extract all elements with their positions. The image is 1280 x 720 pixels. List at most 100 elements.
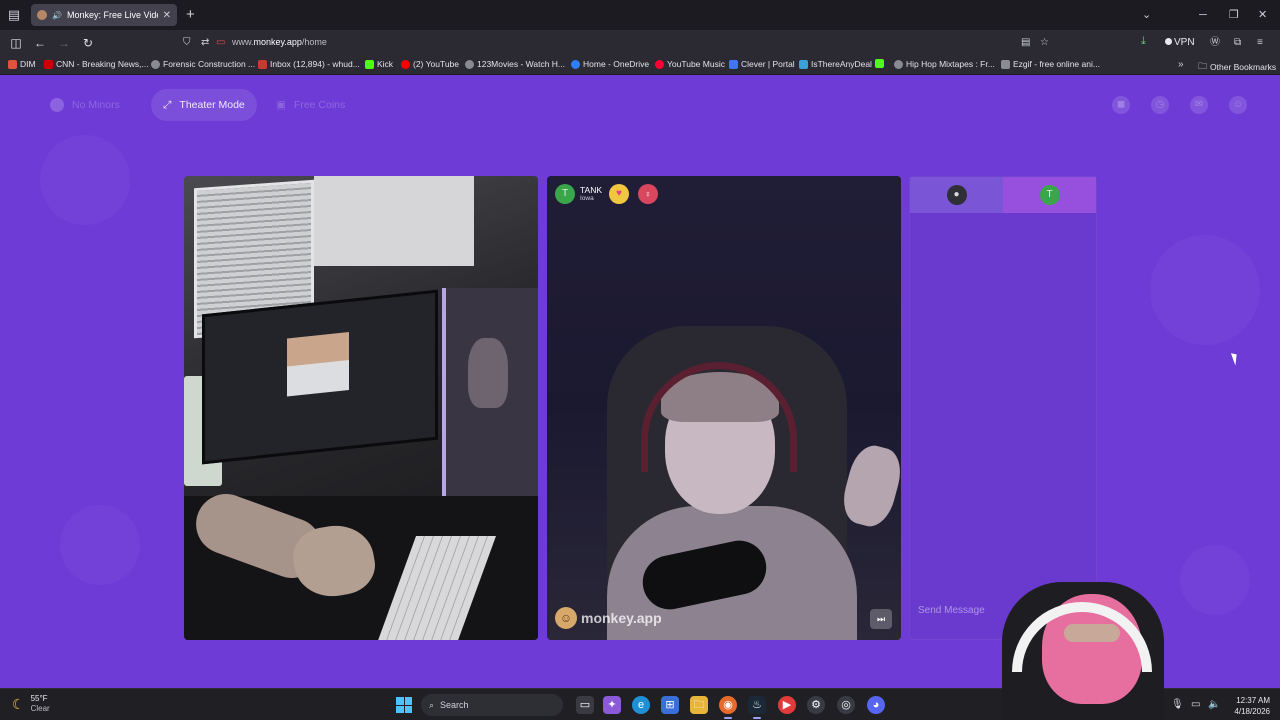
list-all-tabs-icon[interactable]: ⌄ [1142,7,1151,23]
chat-partner-tab[interactable]: T [1003,177,1096,213]
watermark-text: monkey.app [581,610,662,626]
reader-view-icon[interactable]: ▤ [1021,36,1030,50]
extensions-icon[interactable]: ⧉ [1234,36,1241,50]
store-app-icon[interactable]: ⊞ [661,696,679,714]
profile-icon[interactable]: ☺ [1229,96,1247,114]
firefox-icon[interactable]: ◉ [719,696,737,719]
skip-next-icon[interactable]: ⏭ [870,609,892,629]
bookmark-item[interactable]: YouTube Music [655,59,725,69]
task-view-icon[interactable]: ▭ [576,696,594,714]
bookmark-item[interactable]: Inbox (12,894) - whud... [258,59,360,69]
taskbar-search[interactable]: ⌕ Search [421,694,563,716]
account-icon[interactable]: Ⓦ [1210,36,1220,50]
media-player-icon[interactable]: ▶ [778,696,796,714]
maximize-button[interactable]: ❐ [1229,7,1239,23]
tab-list-icon[interactable]: ▤ [5,6,23,24]
discord-icon[interactable]: ◕ [867,696,885,714]
windows-start-icon[interactable] [396,697,412,713]
partner-avatar: T [1039,185,1060,205]
forward-button[interactable]: → [55,34,73,52]
back-button[interactable]: ← [31,34,49,52]
free-coins-button[interactable]: ▣ Free Coins [264,89,357,121]
microphone-tray-icon[interactable]: 🎙 [1171,699,1184,710]
network-tray-icon[interactable]: ▭ [1191,699,1200,710]
copilot-icon[interactable]: ✦ [603,696,621,714]
monkey-logo-icon: ☺ [555,607,577,629]
steam-icon[interactable]: ♨ [748,696,766,719]
search-label: Search [440,700,469,710]
new-tab-button[interactable]: + [186,6,195,24]
reload-button[interactable]: ↻ [79,34,97,52]
permissions-icon[interactable]: ⇄ [201,36,209,50]
tab-title: Monkey: Free Live Video Ch [66,10,158,20]
bookmark-item[interactable]: Kick [365,59,393,69]
other-bookmarks-folder[interactable]: 🗀 Other Bookmarks [1198,59,1276,75]
more-bookmarks-chevron-icon[interactable]: » [1178,59,1184,70]
history-icon[interactable]: ◷ [1151,96,1169,114]
streamer-webcam-overlay [1002,582,1164,720]
self-avatar-icon: ● [946,185,967,205]
clock-date: 4/18/2026 [1234,707,1270,716]
bookmark-favicon-icon [8,59,17,69]
bookmark-item[interactable]: (2) YouTube [401,59,459,69]
settings-gear-icon[interactable]: ⚙ [807,696,825,714]
background-decoration [40,135,130,225]
vpn-button[interactable]: VPN [1165,37,1195,48]
bookmark-item[interactable] [875,59,887,68]
gmail-icon [258,59,267,69]
browser-tab-active[interactable]: 🔊 Monkey: Free Live Video Ch ✕ [31,4,177,26]
coins-icon: ▣ [276,99,286,111]
bookmark-item[interactable]: CNN - Breaking News,... [44,59,149,69]
menu-icon[interactable]: ≡ [1257,36,1263,50]
bookmarks-toolbar: DIM CNN - Breaking News,... Forensic Con… [0,56,1280,75]
isthereanydeal-icon [799,59,808,69]
weather-widget[interactable]: ☾ 55°F Clear [12,694,50,714]
heart-icon[interactable]: ♥ [609,184,629,204]
mouse-cursor-icon [1230,351,1241,366]
no-minors-toggle[interactable]: No Minors [38,89,132,121]
tab-close-icon[interactable]: ✕ [163,10,171,21]
minimize-button[interactable]: ─ [1199,7,1207,23]
clock-time: 12:37 AM [1236,696,1270,705]
taskbar-clock[interactable]: 12:37 AM 4/18/2026 [1226,695,1270,717]
remote-user-location: Iowa [580,194,594,202]
globe-icon [894,59,903,69]
bookmark-item[interactable]: Clever | Portal [729,59,795,69]
monkey-favicon-icon [37,10,47,20]
bookmark-item[interactable]: Hip Hop Mixtapes : Fr... [894,59,995,69]
obs-icon[interactable]: ◎ [837,696,855,714]
messages-icon[interactable]: ✉ [1190,96,1208,114]
chat-self-tab[interactable]: ● [910,177,1003,213]
clever-icon [729,59,738,69]
bookmark-item[interactable]: Home - OneDrive [571,59,649,69]
bookmark-star-icon[interactable]: ☆ [1040,36,1049,50]
url-bar[interactable]: www.monkey.app/home [232,37,327,47]
chat-panel: ● T Send Message [909,176,1097,640]
send-message-input[interactable]: Send Message [918,605,985,616]
audio-playing-icon[interactable]: 🔊 [52,11,62,20]
bookmark-favicon-icon [44,59,53,69]
globe-icon [465,59,474,69]
bookmark-item[interactable]: 123Movies - Watch H... [465,59,565,69]
theater-mode-button[interactable]: ⤢ Theater Mode [151,89,257,121]
video-scene-monitor-side [442,288,538,528]
volume-tray-icon[interactable]: 🔈 [1208,699,1220,710]
store-icon[interactable]: ◼ [1112,96,1130,114]
background-decoration [1180,545,1250,615]
url-prefix: www. [232,37,254,47]
moon-icon: ☾ [12,695,25,712]
chat-participants: ● T [910,177,1096,213]
edge-icon[interactable]: e [632,696,650,714]
remote-user-info[interactable]: T TANK Iowa [555,184,602,204]
tracking-shield-icon[interactable]: ⛉ [183,36,191,50]
downloads-icon[interactable]: ⤓ [1141,35,1146,48]
camera-sharing-icon[interactable]: ▭ [216,36,225,50]
bookmark-item[interactable]: Forensic Construction ... [151,59,255,69]
file-explorer-icon[interactable]: 🗀 [690,696,708,714]
bookmark-item[interactable]: DIM [8,59,36,69]
bookmark-item[interactable]: IsThereAnyDeal [799,59,872,69]
sidebar-toggle-icon[interactable]: ◫ [7,34,25,52]
youtube-icon [401,59,410,69]
bookmark-item[interactable]: Ezgif - free online ani... [1001,59,1100,69]
close-window-button[interactable]: ✕ [1258,7,1267,23]
